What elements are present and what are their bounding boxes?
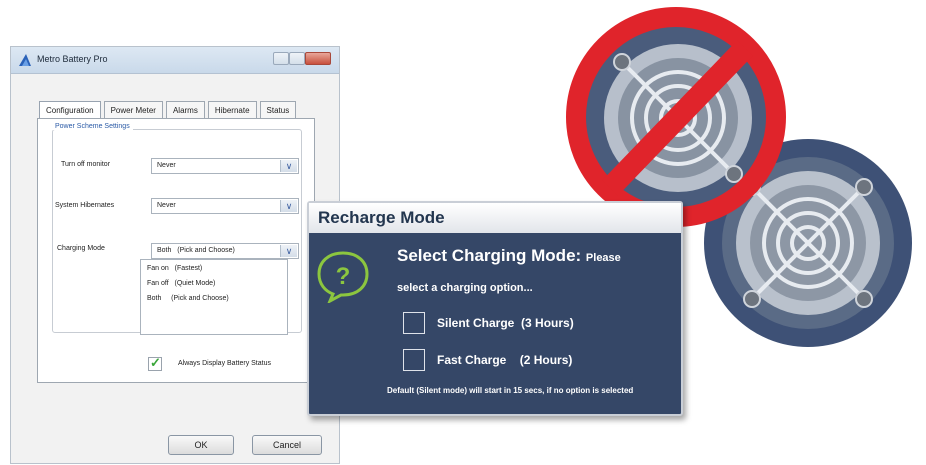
always-display-checkbox[interactable]: ✓: [148, 355, 162, 371]
help-bubble-icon: ?: [317, 251, 369, 303]
tab-alarms[interactable]: Alarms: [165, 101, 205, 119]
chevron-down-icon[interactable]: ∨: [280, 245, 297, 257]
tab-strip: Configuration Power Meter Alarms Hiberna…: [39, 101, 299, 119]
charging-mode-dropdown: Fan on (Fastest) Fan off (Quiet Mode) Bo…: [140, 259, 288, 335]
popup-default-note: Default (Silent mode) will start in 15 s…: [387, 386, 634, 395]
silent-charge-label: Silent Charge (3 Hours): [437, 316, 574, 330]
window-title: Metro Battery Pro: [37, 54, 108, 64]
charging-mode-value: Both (Pick and Choose): [157, 247, 235, 254]
cancel-button[interactable]: Cancel: [252, 435, 322, 455]
checkmark-icon: ✓: [150, 355, 161, 370]
recharge-mode-dialog: Recharge Mode ? Select Charging Mode: Pl…: [307, 201, 683, 416]
turn-off-monitor-select[interactable]: Never ∨: [151, 158, 299, 174]
tab-power-meter[interactable]: Power Meter: [103, 101, 163, 119]
tab-status[interactable]: Status: [259, 101, 297, 119]
popup-title: Recharge Mode: [318, 208, 445, 227]
group-title: Power Scheme Settings: [52, 123, 133, 130]
system-hibernates-value: Never: [157, 202, 176, 209]
system-hibernates-select[interactable]: Never ∨: [151, 198, 299, 214]
system-hibernates-label: System Hibernates: [55, 202, 115, 209]
maximize-button[interactable]: [289, 52, 305, 65]
charging-mode-select[interactable]: Both (Pick and Choose) ∨: [151, 243, 299, 259]
popup-subheading: select a charging option...: [397, 282, 533, 294]
turn-off-monitor-value: Never: [157, 162, 176, 169]
close-button[interactable]: [305, 52, 331, 65]
always-display-label: Always Display Battery Status: [178, 360, 271, 367]
settings-window: Metro Battery Pro Configuration Power Me…: [10, 46, 340, 464]
dropdown-option-fan-off[interactable]: Fan off (Quiet Mode): [147, 280, 215, 287]
fast-charge-checkbox[interactable]: [403, 349, 425, 371]
dropdown-option-fan-on[interactable]: Fan on (Fastest): [147, 265, 202, 272]
app-logo-icon: [19, 54, 31, 66]
turn-off-monitor-label: Turn off monitor: [61, 161, 111, 168]
svg-text:?: ?: [336, 263, 351, 290]
charging-mode-label: Charging Mode: [57, 245, 105, 252]
title-bar[interactable]: Metro Battery Pro: [11, 47, 339, 74]
dropdown-option-both[interactable]: Both (Pick and Choose): [147, 295, 229, 302]
silent-charge-checkbox[interactable]: [403, 312, 425, 334]
fast-charge-label: Fast Charge (2 Hours): [437, 353, 573, 367]
tab-hibernate[interactable]: Hibernate: [207, 101, 257, 119]
ok-button[interactable]: OK: [168, 435, 234, 455]
tab-configuration[interactable]: Configuration: [39, 101, 101, 119]
chevron-down-icon[interactable]: ∨: [280, 200, 297, 212]
popup-header: Recharge Mode: [309, 203, 681, 233]
minimize-button[interactable]: [273, 52, 289, 65]
chevron-down-icon[interactable]: ∨: [280, 160, 297, 172]
popup-heading: Select Charging Mode: Please: [397, 246, 621, 265]
